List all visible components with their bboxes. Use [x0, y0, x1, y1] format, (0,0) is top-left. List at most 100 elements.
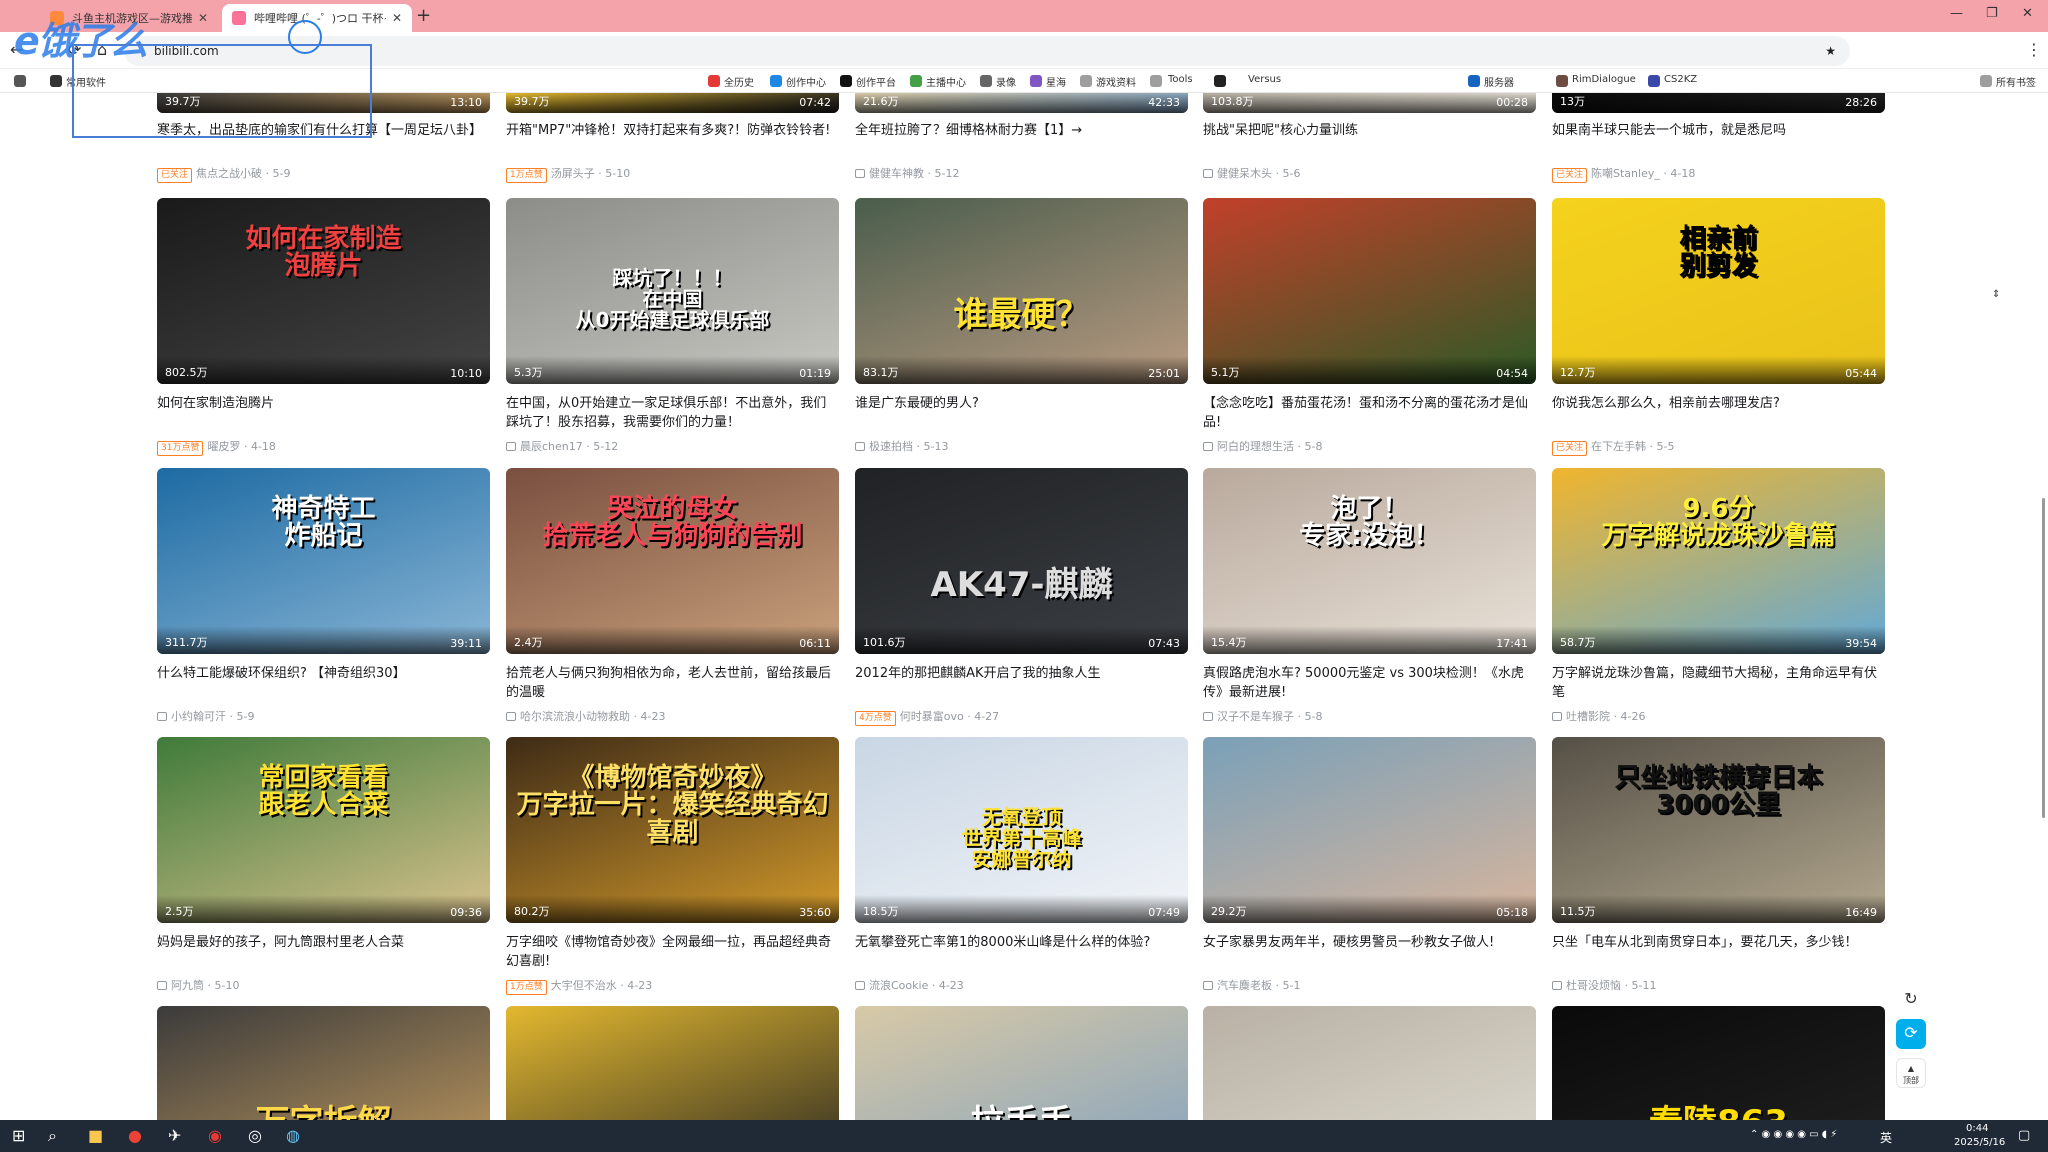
- video-thumbnail[interactable]: AK47-麒麟 101.6万 07:43: [855, 468, 1188, 654]
- uploader-and-date[interactable]: 汽车麋老板 · 5-1: [1217, 979, 1300, 992]
- bookmark-item[interactable]: 主播中心: [926, 74, 966, 89]
- uploader-and-date[interactable]: 流浪Cookie · 4-23: [869, 979, 964, 992]
- bookmark-item[interactable]: RimDialogue: [1572, 74, 1636, 85]
- uploader-and-date[interactable]: 在下左手韩 · 5-5: [1591, 440, 1674, 453]
- bookmark-item[interactable]: 游戏资料: [1096, 74, 1136, 89]
- windows-start-icon[interactable]: ⊞: [12, 1126, 25, 1145]
- bookmark-star-icon[interactable]: ★: [1825, 44, 1836, 58]
- search-icon[interactable]: ⌕: [48, 1126, 57, 1146]
- address-bar[interactable]: bilibili.com ★: [124, 36, 1850, 66]
- video-title[interactable]: 挑战"呆把呢"核心力量训练: [1203, 121, 1536, 140]
- video-thumbnail[interactable]: 21.6万 42:33: [855, 93, 1188, 113]
- video-thumbnail[interactable]: 秦陵863: [1552, 1006, 1885, 1120]
- ime-indicator[interactable]: 英: [1880, 1129, 1892, 1146]
- steam-icon[interactable]: ◍: [286, 1126, 300, 1145]
- video-title[interactable]: 万字解说龙珠沙鲁篇，隐藏细节大揭秘，主角命运早有伏笔: [1552, 664, 1885, 702]
- uploader-and-date[interactable]: 阿白的理想生活 · 5-8: [1217, 440, 1322, 453]
- bookmark-item[interactable]: CS2KZ: [1664, 74, 1697, 85]
- video-thumbnail[interactable]: 万字拆解: [157, 1006, 490, 1120]
- bookmark-item[interactable]: 创作中心: [786, 74, 826, 89]
- uploader-and-date[interactable]: 汤屏头子 · 5-10: [551, 167, 630, 180]
- uploader-and-date[interactable]: 曜皮罗 · 4-18: [207, 440, 275, 453]
- video-title[interactable]: 女子家暴男友两年半，硬核男警员一秒教女子做人!: [1203, 933, 1536, 952]
- close-icon[interactable]: ✕: [198, 11, 208, 25]
- uploader-and-date[interactable]: 小约翰可汗 · 5-9: [171, 710, 254, 723]
- uploader-and-date[interactable]: 陈嘲Stanley_ · 4-18: [1591, 167, 1695, 180]
- video-thumbnail[interactable]: [506, 1006, 839, 1120]
- uploader-and-date[interactable]: 哈尔滨流浪小动物救助 · 4-23: [520, 710, 665, 723]
- video-thumbnail[interactable]: 39.7万 07:42: [506, 93, 839, 113]
- video-title[interactable]: 2012年的那把麒麟AK开启了我的抽象人生: [855, 664, 1188, 683]
- bookmark-item[interactable]: 录像: [996, 74, 1016, 89]
- video-title[interactable]: 只坐「电车从北到南贯穿日本」，要花几天，多少钱！: [1552, 933, 1885, 952]
- netease-music-icon[interactable]: ◉: [208, 1126, 222, 1145]
- uploader-and-date[interactable]: 阿九筒 · 5-10: [171, 979, 239, 992]
- uploader-and-date[interactable]: 晨辰chen17 · 5-12: [520, 440, 618, 453]
- uploader-and-date[interactable]: 健健呆木头 · 5-6: [1217, 167, 1300, 180]
- video-title[interactable]: 【念念吃吃】番茄蛋花汤！蛋和汤不分离的蛋花汤才是仙品!: [1203, 394, 1536, 432]
- video-thumbnail[interactable]: [1203, 1006, 1536, 1120]
- video-thumbnail[interactable]: 常回家看看 跟老人合菜 2.5万 09:36: [157, 737, 490, 923]
- video-title[interactable]: 拾荒老人与俩只狗狗相依为命，老人去世前，留给孩最后的温暖: [506, 664, 839, 702]
- video-thumbnail[interactable]: 神奇特工 炸船记 311.7万 39:11: [157, 468, 490, 654]
- video-title[interactable]: 全年班拉胯了？细博格林耐力赛【1】→: [855, 121, 1188, 140]
- video-title[interactable]: 如果南半球只能去一个城市，就是悉尼吗: [1552, 121, 1885, 140]
- bookmark-item[interactable]: 服务器: [1484, 74, 1514, 89]
- video-thumbnail[interactable]: 踩坑了！！！ 在中国 从0开始建足球俱乐部 5.3万 01:19: [506, 198, 839, 384]
- video-thumbnail[interactable]: 相亲前 别剪发 12.7万 05:44: [1552, 198, 1885, 384]
- bookmark-item[interactable]: 星海: [1046, 74, 1066, 89]
- video-thumbnail[interactable]: 9.6分 万字解说龙珠沙鲁篇 58.7万 39:54: [1552, 468, 1885, 654]
- video-thumbnail[interactable]: 拉手手: [855, 1006, 1188, 1120]
- apps-icon[interactable]: [14, 75, 26, 87]
- bookmark-item[interactable]: 创作平台: [856, 74, 896, 89]
- bookmark-item[interactable]: Tools: [1168, 74, 1193, 85]
- close-window-icon[interactable]: ✕: [2022, 6, 2033, 21]
- back-to-top-button[interactable]: ▲ 顶部: [1896, 1058, 1926, 1088]
- uploader-and-date[interactable]: 杜哥没烦恼 · 5-11: [1566, 979, 1656, 992]
- video-thumbnail[interactable]: 哭泣的母女 拾荒老人与狗狗的告别 2.4万 06:11: [506, 468, 839, 654]
- bookmark-item[interactable]: 全历史: [724, 74, 754, 89]
- new-tab-button[interactable]: +: [416, 5, 431, 26]
- bookmark-item[interactable]: Versus: [1248, 74, 1281, 85]
- tray-icons[interactable]: ⌃ ◉ ◉ ◉ ◉ ▭ ◖ ⚡: [1750, 1129, 1837, 1140]
- minimize-icon[interactable]: —: [1950, 6, 1963, 21]
- uploader-and-date[interactable]: 健健车神教 · 5-12: [869, 167, 959, 180]
- video-thumbnail[interactable]: 29.2万 05:18: [1203, 737, 1536, 923]
- video-title[interactable]: 开箱"MP7"冲锋枪！双持打起来有多爽?！防弹衣铃铃者!: [506, 121, 839, 140]
- refresh-button[interactable]: ⟳: [1896, 1019, 1926, 1049]
- clock-date[interactable]: 2025/5/16: [1954, 1137, 2005, 1148]
- uploader-and-date[interactable]: 极速拍档 · 5-13: [869, 440, 948, 453]
- uploader-and-date[interactable]: 何时暴富ovo · 4-27: [900, 710, 999, 723]
- video-title[interactable]: 什么特工能爆破环保组织? 【神奇组织30】: [157, 664, 490, 683]
- uploader-and-date[interactable]: 大宇但不治水 · 4-23: [551, 979, 652, 992]
- uploader-and-date[interactable]: 焦点之战小破 · 5-9: [196, 167, 290, 180]
- video-title[interactable]: 万字细咬《博物馆奇妙夜》全网最细一拉，再品超经典奇幻喜剧!: [506, 933, 839, 971]
- video-title[interactable]: 无氧攀登死亡率第1的8000米山峰是什么样的体验?: [855, 933, 1188, 952]
- video-title[interactable]: 真假路虎泡水车? 50000元鉴定 vs 300块检测！《水虎传》最新进展!: [1203, 664, 1536, 702]
- close-icon[interactable]: ✕: [392, 11, 402, 25]
- obs-icon[interactable]: ◎: [248, 1126, 262, 1145]
- video-thumbnail[interactable]: 《博物馆奇妙夜》 万字拉一片：爆笑经典奇幻喜剧 80.2万 35:60: [506, 737, 839, 923]
- video-title[interactable]: 妈妈是最好的孩子，阿九筒跟村里老人合菜: [157, 933, 490, 952]
- chrome-icon[interactable]: ●: [128, 1126, 142, 1145]
- all-bookmarks[interactable]: 所有书签: [1996, 74, 2036, 89]
- bookmark-icon[interactable]: [50, 75, 62, 87]
- video-title[interactable]: 你说我怎么那么久，相亲前去哪理发店?: [1552, 394, 1885, 413]
- menu-icon[interactable]: ⋮: [2026, 40, 2042, 59]
- video-thumbnail[interactable]: 泡了！ 专家:没泡！ 15.4万 17:41: [1203, 468, 1536, 654]
- video-title[interactable]: 如何在家制造泡腾片: [157, 394, 490, 413]
- video-title[interactable]: 在中国，从0开始建立一家足球俱乐部！不出意外，我们踩坑了！股东招募，我需要你们的…: [506, 394, 839, 432]
- app-icon[interactable]: ✈: [168, 1126, 181, 1145]
- video-thumbnail[interactable]: 13万 28:26: [1552, 93, 1885, 113]
- folder-icon[interactable]: ■: [88, 1126, 103, 1145]
- video-thumbnail[interactable]: 5.1万 04:54: [1203, 198, 1536, 384]
- video-thumbnail[interactable]: 如何在家制造 泡腾片 802.5万 10:10: [157, 198, 490, 384]
- notification-icon[interactable]: ▢: [2018, 1128, 2030, 1143]
- scrollbar-thumb[interactable]: [2042, 498, 2045, 818]
- restore-icon[interactable]: ❐: [1986, 6, 1998, 21]
- video-thumbnail[interactable]: 103.8万 00:28: [1203, 93, 1536, 113]
- uploader-and-date[interactable]: 吐槽影院 · 4-26: [1566, 710, 1645, 723]
- video-thumbnail[interactable]: 只坐地铁横穿日本 3000公里 11.5万 16:49: [1552, 737, 1885, 923]
- rotate-icon[interactable]: ↻: [1896, 985, 1926, 1015]
- video-thumbnail[interactable]: 谁最硬？ 83.1万 25:01: [855, 198, 1188, 384]
